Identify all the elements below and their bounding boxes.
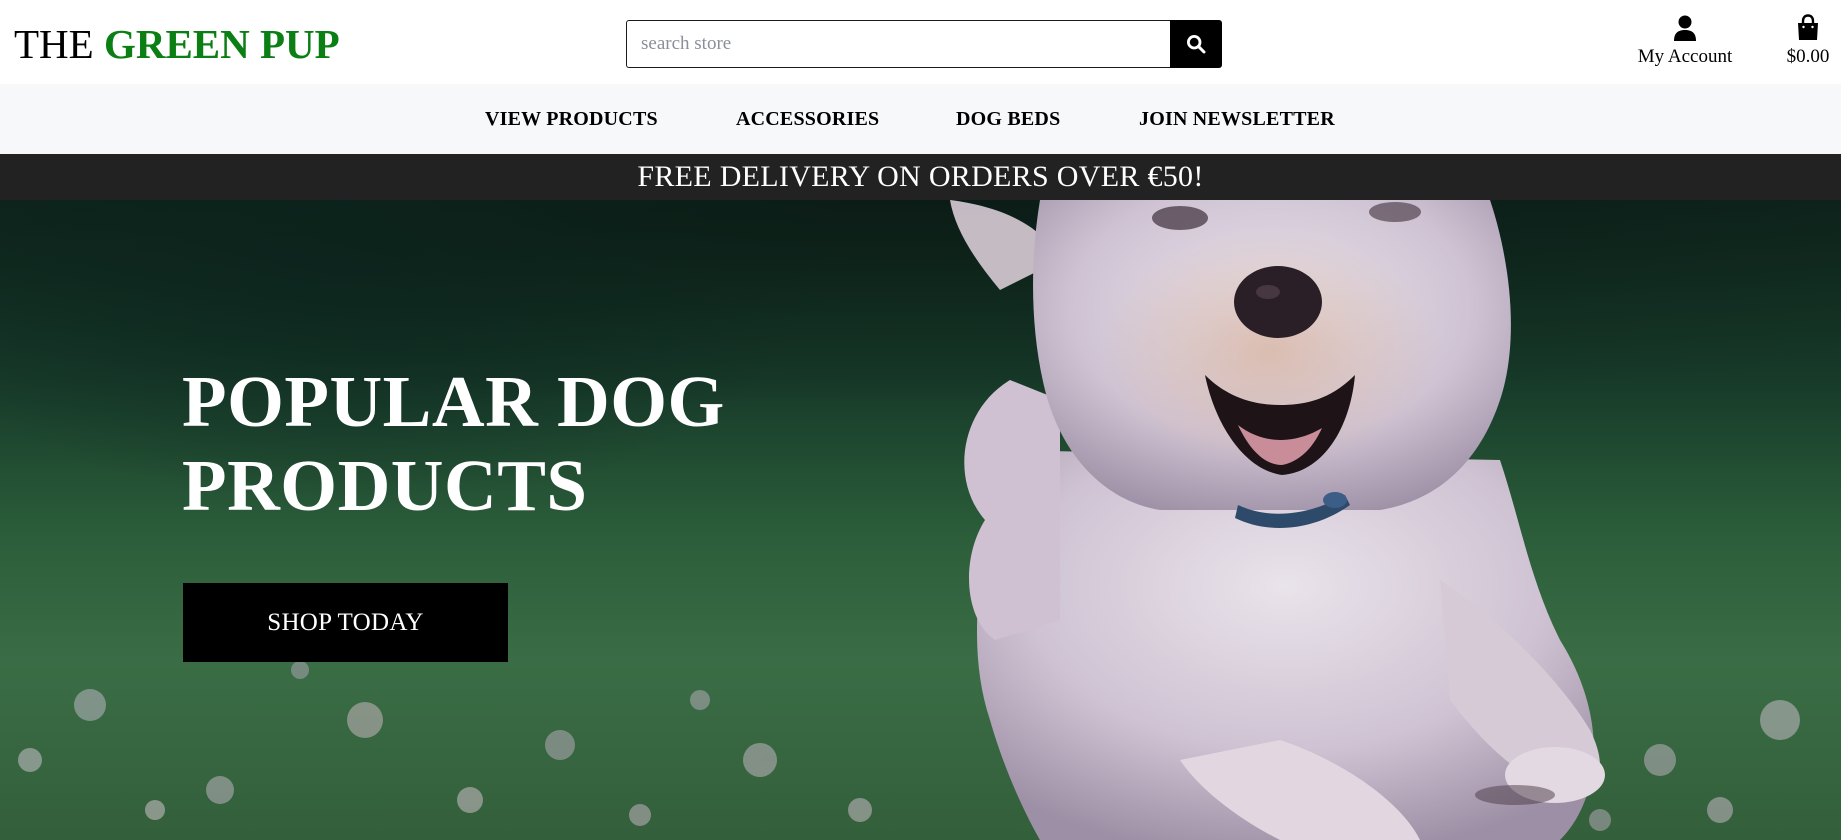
delivery-banner: FREE DELIVERY ON ORDERS OVER €50!	[0, 154, 1841, 200]
bag-total: $0.00	[1786, 46, 1830, 67]
shop-today-button[interactable]: SHOP TODAY	[183, 583, 508, 662]
search-form	[626, 20, 1222, 68]
nav-item-join-newsletter[interactable]: JOIN NEWSLETTER	[1139, 108, 1335, 131]
user-icon	[1674, 15, 1696, 41]
shopping-bag-link[interactable]: $0.00	[1778, 14, 1838, 68]
hero-title: POPULAR DOG PRODUCTS	[182, 360, 782, 528]
nav-item-view-products[interactable]: VIEW PRODUCTS	[485, 108, 658, 131]
delivery-banner-text: FREE DELIVERY ON ORDERS OVER €50!	[637, 160, 1204, 193]
site-logo[interactable]: THE GREEN PUP	[14, 20, 340, 68]
nav-item-dog-beds[interactable]: DOG BEDS	[956, 108, 1060, 131]
logo-brand-name: GREEN PUP	[103, 21, 340, 67]
search-input[interactable]	[626, 20, 1170, 68]
hero-title-line-2: PRODUCTS	[182, 445, 588, 526]
search-icon	[1186, 34, 1206, 54]
main-nav: VIEW PRODUCTS ACCESSORIES DOG BEDS JOIN …	[0, 84, 1841, 154]
site-header: THE GREEN PUP My Account $0.00	[0, 0, 1841, 84]
shopping-bag-icon	[1798, 14, 1818, 40]
hero-title-line-1: POPULAR DOG	[182, 361, 725, 442]
search-button[interactable]	[1170, 20, 1222, 68]
logo-prefix: THE	[14, 21, 94, 67]
my-account-label: My Account	[1637, 46, 1733, 67]
my-account-link[interactable]: My Account	[1620, 14, 1750, 68]
nav-item-accessories[interactable]: ACCESSORIES	[736, 108, 879, 131]
dog-figure	[950, 200, 1605, 840]
hero-section: POPULAR DOG PRODUCTS SHOP TODAY	[0, 200, 1841, 840]
